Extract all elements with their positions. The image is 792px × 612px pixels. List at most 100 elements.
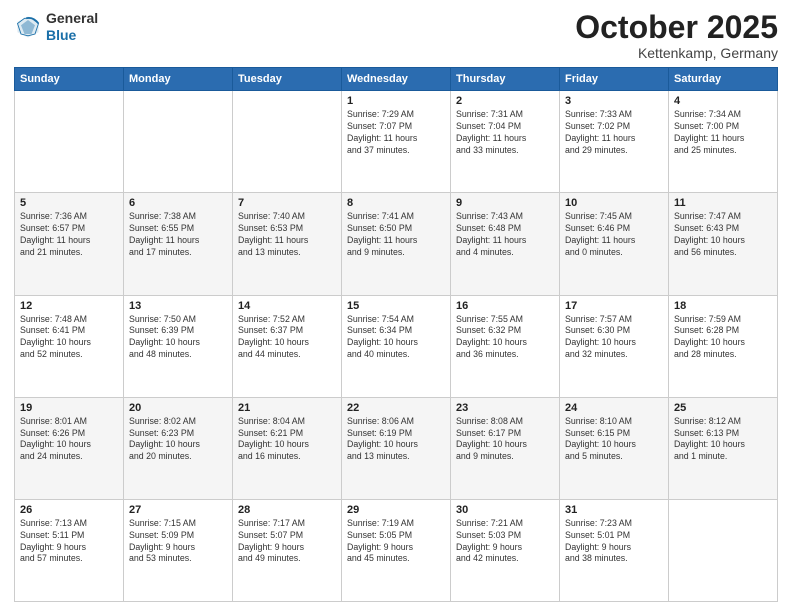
day-info: Sunrise: 7:50 AM Sunset: 6:39 PM Dayligh… <box>129 314 227 362</box>
title-block: October 2025 Kettenkamp, Germany <box>575 10 778 61</box>
calendar-body: 1 Sunrise: 7:29 AM Sunset: 7:07 PM Daylig… <box>15 91 778 602</box>
day-number: 9 <box>456 197 554 209</box>
day-number: 14 <box>238 300 336 312</box>
logo-general: General <box>46 10 98 27</box>
day-info: Sunrise: 7:15 AM Sunset: 5:09 PM Dayligh… <box>129 518 227 566</box>
calendar-cell: 21 Sunrise: 8:04 AM Sunset: 6:21 PM Dayli… <box>233 397 342 499</box>
day-number: 28 <box>238 504 336 516</box>
day-info: Sunrise: 7:59 AM Sunset: 6:28 PM Dayligh… <box>674 314 772 362</box>
calendar-cell: 30Sunrise: 7:21 AM Sunset: 5:03 PM Dayli… <box>451 499 560 601</box>
day-number: 15 <box>347 300 445 312</box>
calendar-cell: 31 Sunrise: 7:23 AM Sunset: 5:01 PM Dayli… <box>560 499 669 601</box>
col-saturday: Saturday <box>669 68 778 91</box>
day-number: 25 <box>674 402 772 414</box>
day-number: 3 <box>565 95 663 107</box>
day-info: Sunrise: 7:41 AM Sunset: 6:50 PM Dayligh… <box>347 211 445 259</box>
calendar-cell: 23 Sunrise: 8:08 AM Sunset: 6:17 PM Dayli… <box>451 397 560 499</box>
calendar-week-3: 12Sunrise: 7:48 AM Sunset: 6:41 PM Dayli… <box>15 295 778 397</box>
calendar-cell: 4 Sunrise: 7:34 AM Sunset: 7:00 PM Daylig… <box>669 91 778 193</box>
day-info: Sunrise: 7:57 AM Sunset: 6:30 PM Dayligh… <box>565 314 663 362</box>
calendar-cell: 19Sunrise: 8:01 AM Sunset: 6:26 PM Dayli… <box>15 397 124 499</box>
day-number: 31 <box>565 504 663 516</box>
calendar-cell: 2 Sunrise: 7:31 AM Sunset: 7:04 PM Daylig… <box>451 91 560 193</box>
calendar-week-2: 5 Sunrise: 7:36 AM Sunset: 6:57 PM Daylig… <box>15 193 778 295</box>
logo-icon <box>14 13 42 41</box>
calendar-cell: 16Sunrise: 7:55 AM Sunset: 6:32 PM Dayli… <box>451 295 560 397</box>
logo: General Blue <box>14 10 98 44</box>
calendar-cell: 14Sunrise: 7:52 AM Sunset: 6:37 PM Dayli… <box>233 295 342 397</box>
calendar-cell: 3 Sunrise: 7:33 AM Sunset: 7:02 PM Daylig… <box>560 91 669 193</box>
day-number: 1 <box>347 95 445 107</box>
day-number: 26 <box>20 504 118 516</box>
day-info: Sunrise: 7:43 AM Sunset: 6:48 PM Dayligh… <box>456 211 554 259</box>
calendar-cell: 10Sunrise: 7:45 AM Sunset: 6:46 PM Dayli… <box>560 193 669 295</box>
calendar-cell: 11Sunrise: 7:47 AM Sunset: 6:43 PM Dayli… <box>669 193 778 295</box>
calendar-cell: 15 Sunrise: 7:54 AM Sunset: 6:34 PM Dayli… <box>342 295 451 397</box>
day-number: 20 <box>129 402 227 414</box>
calendar-cell <box>669 499 778 601</box>
calendar-cell: 25 Sunrise: 8:12 AM Sunset: 6:13 PM Dayli… <box>669 397 778 499</box>
calendar-cell: 13 Sunrise: 7:50 AM Sunset: 6:39 PM Dayli… <box>124 295 233 397</box>
calendar-cell: 18 Sunrise: 7:59 AM Sunset: 6:28 PM Dayli… <box>669 295 778 397</box>
day-info: Sunrise: 8:06 AM Sunset: 6:19 PM Dayligh… <box>347 416 445 464</box>
day-number: 27 <box>129 504 227 516</box>
day-info: Sunrise: 7:31 AM Sunset: 7:04 PM Dayligh… <box>456 109 554 157</box>
day-info: Sunrise: 8:10 AM Sunset: 6:15 PM Dayligh… <box>565 416 663 464</box>
header: General Blue October 2025 Kettenkamp, Ge… <box>14 10 778 61</box>
day-number: 29 <box>347 504 445 516</box>
calendar-cell: 20Sunrise: 8:02 AM Sunset: 6:23 PM Dayli… <box>124 397 233 499</box>
day-number: 17 <box>565 300 663 312</box>
day-info: Sunrise: 7:48 AM Sunset: 6:41 PM Dayligh… <box>20 314 118 362</box>
col-tuesday: Tuesday <box>233 68 342 91</box>
day-number: 21 <box>238 402 336 414</box>
day-info: Sunrise: 7:13 AM Sunset: 5:11 PM Dayligh… <box>20 518 118 566</box>
day-info: Sunrise: 8:04 AM Sunset: 6:21 PM Dayligh… <box>238 416 336 464</box>
location-subtitle: Kettenkamp, Germany <box>575 45 778 61</box>
day-info: Sunrise: 8:08 AM Sunset: 6:17 PM Dayligh… <box>456 416 554 464</box>
col-wednesday: Wednesday <box>342 68 451 91</box>
day-number: 6 <box>129 197 227 209</box>
calendar-cell: 9 Sunrise: 7:43 AM Sunset: 6:48 PM Daylig… <box>451 193 560 295</box>
calendar-cell: 26 Sunrise: 7:13 AM Sunset: 5:11 PM Dayli… <box>15 499 124 601</box>
day-number: 2 <box>456 95 554 107</box>
day-info: Sunrise: 7:19 AM Sunset: 5:05 PM Dayligh… <box>347 518 445 566</box>
day-number: 19 <box>20 402 118 414</box>
day-info: Sunrise: 7:36 AM Sunset: 6:57 PM Dayligh… <box>20 211 118 259</box>
col-sunday: Sunday <box>15 68 124 91</box>
calendar-cell: 5 Sunrise: 7:36 AM Sunset: 6:57 PM Daylig… <box>15 193 124 295</box>
month-title: October 2025 <box>575 10 778 45</box>
day-number: 23 <box>456 402 554 414</box>
logo-text: General Blue <box>46 10 98 44</box>
calendar-cell: 12Sunrise: 7:48 AM Sunset: 6:41 PM Dayli… <box>15 295 124 397</box>
page: General Blue October 2025 Kettenkamp, Ge… <box>0 0 792 612</box>
day-number: 24 <box>565 402 663 414</box>
col-monday: Monday <box>124 68 233 91</box>
calendar-cell: 29 Sunrise: 7:19 AM Sunset: 5:05 PM Dayli… <box>342 499 451 601</box>
day-number: 8 <box>347 197 445 209</box>
calendar-week-4: 19Sunrise: 8:01 AM Sunset: 6:26 PM Dayli… <box>15 397 778 499</box>
day-info: Sunrise: 7:54 AM Sunset: 6:34 PM Dayligh… <box>347 314 445 362</box>
day-number: 13 <box>129 300 227 312</box>
calendar-cell: 28Sunrise: 7:17 AM Sunset: 5:07 PM Dayli… <box>233 499 342 601</box>
day-info: Sunrise: 7:47 AM Sunset: 6:43 PM Dayligh… <box>674 211 772 259</box>
col-thursday: Thursday <box>451 68 560 91</box>
day-info: Sunrise: 7:38 AM Sunset: 6:55 PM Dayligh… <box>129 211 227 259</box>
day-number: 7 <box>238 197 336 209</box>
day-number: 16 <box>456 300 554 312</box>
day-info: Sunrise: 7:34 AM Sunset: 7:00 PM Dayligh… <box>674 109 772 157</box>
calendar-cell <box>233 91 342 193</box>
day-info: Sunrise: 7:33 AM Sunset: 7:02 PM Dayligh… <box>565 109 663 157</box>
calendar-cell <box>15 91 124 193</box>
day-info: Sunrise: 7:23 AM Sunset: 5:01 PM Dayligh… <box>565 518 663 566</box>
calendar-cell: 17 Sunrise: 7:57 AM Sunset: 6:30 PM Dayli… <box>560 295 669 397</box>
calendar-cell: 8 Sunrise: 7:41 AM Sunset: 6:50 PM Daylig… <box>342 193 451 295</box>
day-number: 4 <box>674 95 772 107</box>
day-info: Sunrise: 7:29 AM Sunset: 7:07 PM Dayligh… <box>347 109 445 157</box>
calendar-cell: 1 Sunrise: 7:29 AM Sunset: 7:07 PM Daylig… <box>342 91 451 193</box>
calendar-table: Sunday Monday Tuesday Wednesday Thursday… <box>14 67 778 602</box>
day-number: 5 <box>20 197 118 209</box>
calendar-cell: 27 Sunrise: 7:15 AM Sunset: 5:09 PM Dayli… <box>124 499 233 601</box>
day-number: 18 <box>674 300 772 312</box>
calendar-cell: 6 Sunrise: 7:38 AM Sunset: 6:55 PM Daylig… <box>124 193 233 295</box>
day-info: Sunrise: 8:12 AM Sunset: 6:13 PM Dayligh… <box>674 416 772 464</box>
